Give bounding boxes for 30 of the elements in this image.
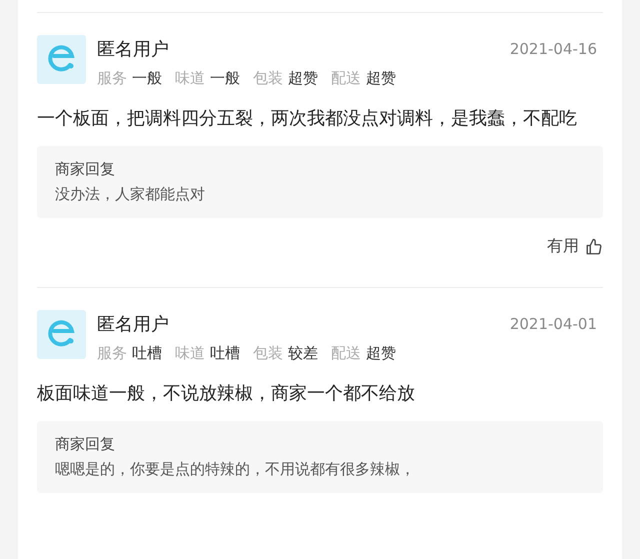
thumbs-up-icon <box>585 238 603 256</box>
user-name: 匿名用户 <box>97 38 169 61</box>
avatar-icon <box>37 310 86 359</box>
rating-value: 超赞 <box>366 69 396 87</box>
review-date: 2021-04-01 <box>510 315 598 333</box>
review-text: 一个板面，把调料四分五裂，两次我都没点对调料，是我蠢，不配吃 <box>37 107 578 131</box>
rating-label: 配送 <box>331 344 361 362</box>
rating-value: 一般 <box>210 69 240 87</box>
rating-value: 超赞 <box>288 69 318 87</box>
rating-label: 味道 <box>175 69 205 87</box>
rating-value: 吐槽 <box>210 344 240 362</box>
reply-text: 嗯嗯是的，你要是点的特辣的，不用说都有很多辣椒， <box>55 460 416 479</box>
rating-value: 超赞 <box>366 344 396 362</box>
useful-button[interactable]: 有用 <box>547 236 603 257</box>
rating-label: 配送 <box>331 69 361 87</box>
rating-value: 一般 <box>132 69 162 87</box>
review-date: 2021-04-16 <box>510 40 598 58</box>
reply-title: 商家回复 <box>55 160 116 179</box>
user-name: 匿名用户 <box>97 313 169 336</box>
rating-label: 包装 <box>253 344 283 362</box>
rating-value: 吐槽 <box>132 344 162 362</box>
avatar-icon <box>37 35 86 84</box>
rating-label: 包装 <box>253 69 283 87</box>
reply-title: 商家回复 <box>55 435 116 454</box>
reply-text: 没办法，人家都能点对 <box>55 185 206 204</box>
rating-label: 味道 <box>175 344 205 362</box>
review-text: 板面味道一般，不说放辣椒，商家一个都不给放 <box>37 382 416 406</box>
rating-value: 较差 <box>288 344 318 362</box>
rating-label: 服务 <box>97 344 127 362</box>
rating-label: 服务 <box>97 69 127 87</box>
